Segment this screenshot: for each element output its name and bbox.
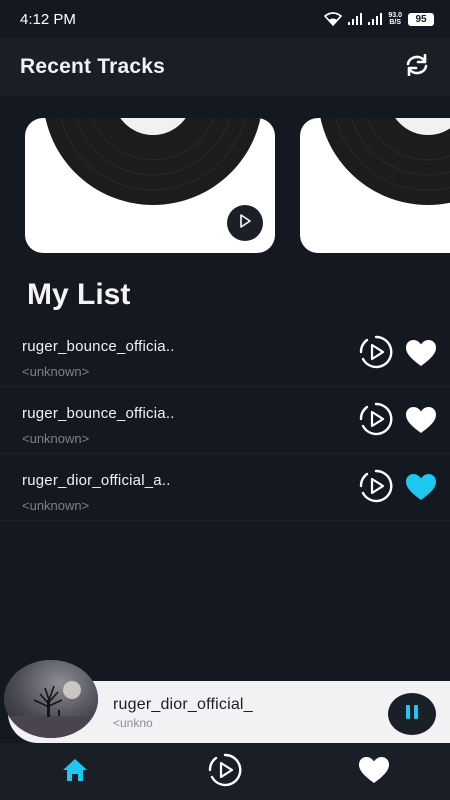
track-list: ruger_bounce_officia.. <unknown> ruger_b… bbox=[0, 320, 450, 521]
play-circle-icon bbox=[358, 334, 394, 375]
recent-track-card[interactable] bbox=[25, 118, 275, 253]
list-item[interactable]: ruger_dior_official_a.. <unknown> bbox=[0, 454, 450, 521]
signal-icon-1 bbox=[348, 13, 363, 25]
favorite-button[interactable] bbox=[404, 339, 438, 372]
heart-filled-icon bbox=[405, 473, 437, 506]
play-button[interactable] bbox=[358, 401, 394, 442]
nav-favorites[interactable] bbox=[354, 753, 394, 791]
track-artist: <unknown> bbox=[22, 498, 90, 513]
mini-player-artwork bbox=[4, 660, 98, 738]
network-speed: 93.0 B/S bbox=[388, 12, 402, 26]
list-item[interactable]: ruger_bounce_officia.. <unknown> bbox=[0, 387, 450, 454]
network-speed-unit: B/S bbox=[389, 19, 402, 26]
page-title: Recent Tracks bbox=[20, 55, 166, 78]
play-button[interactable] bbox=[358, 334, 394, 375]
battery-indicator: 95 bbox=[408, 12, 434, 26]
play-circle-icon bbox=[358, 401, 394, 442]
my-list-title: My List bbox=[27, 278, 131, 311]
track-name: ruger_dior_official_a.. bbox=[22, 472, 171, 489]
refresh-icon bbox=[404, 53, 430, 81]
play-circle-icon bbox=[358, 468, 394, 509]
bottom-navigation bbox=[0, 743, 450, 800]
status-bar: 4:12 PM 93.0 B/S 95 bbox=[0, 0, 450, 38]
recent-track-card[interactable] bbox=[300, 118, 450, 253]
heart-icon bbox=[405, 406, 437, 439]
status-icons: 93.0 B/S 95 bbox=[324, 12, 434, 26]
track-name: ruger_bounce_officia.. bbox=[22, 405, 175, 422]
track-artist: <unknown> bbox=[22, 364, 90, 379]
nav-home[interactable] bbox=[55, 753, 95, 791]
play-circle-icon bbox=[207, 752, 243, 793]
recent-tracks-carousel[interactable] bbox=[0, 118, 450, 254]
play-button[interactable] bbox=[358, 468, 394, 509]
list-item[interactable]: ruger_bounce_officia.. <unknown> bbox=[0, 320, 450, 387]
card-play-button[interactable] bbox=[227, 205, 263, 241]
pause-button[interactable] bbox=[388, 693, 436, 735]
heart-icon bbox=[358, 756, 390, 789]
signal-icon-2 bbox=[368, 13, 383, 25]
vinyl-record-image bbox=[320, 118, 450, 205]
track-name: ruger_bounce_officia.. bbox=[22, 338, 175, 355]
home-icon bbox=[61, 757, 89, 788]
vinyl-record-image bbox=[45, 118, 261, 205]
play-icon bbox=[237, 213, 253, 234]
heart-icon bbox=[405, 339, 437, 372]
favorite-button-active[interactable] bbox=[404, 473, 438, 506]
refresh-button[interactable] bbox=[402, 52, 432, 82]
pause-icon bbox=[403, 703, 421, 726]
mini-player-title: ruger_dior_official_ bbox=[113, 696, 253, 713]
network-speed-value: 93.0 bbox=[388, 12, 402, 19]
favorite-button[interactable] bbox=[404, 406, 438, 439]
track-artist: <unknown> bbox=[22, 431, 90, 446]
nav-now-playing[interactable] bbox=[205, 753, 245, 791]
status-time: 4:12 PM bbox=[20, 10, 76, 28]
mini-player-artist: <unkno bbox=[113, 716, 153, 730]
wifi-icon bbox=[324, 12, 343, 26]
app-header: Recent Tracks bbox=[0, 38, 450, 96]
